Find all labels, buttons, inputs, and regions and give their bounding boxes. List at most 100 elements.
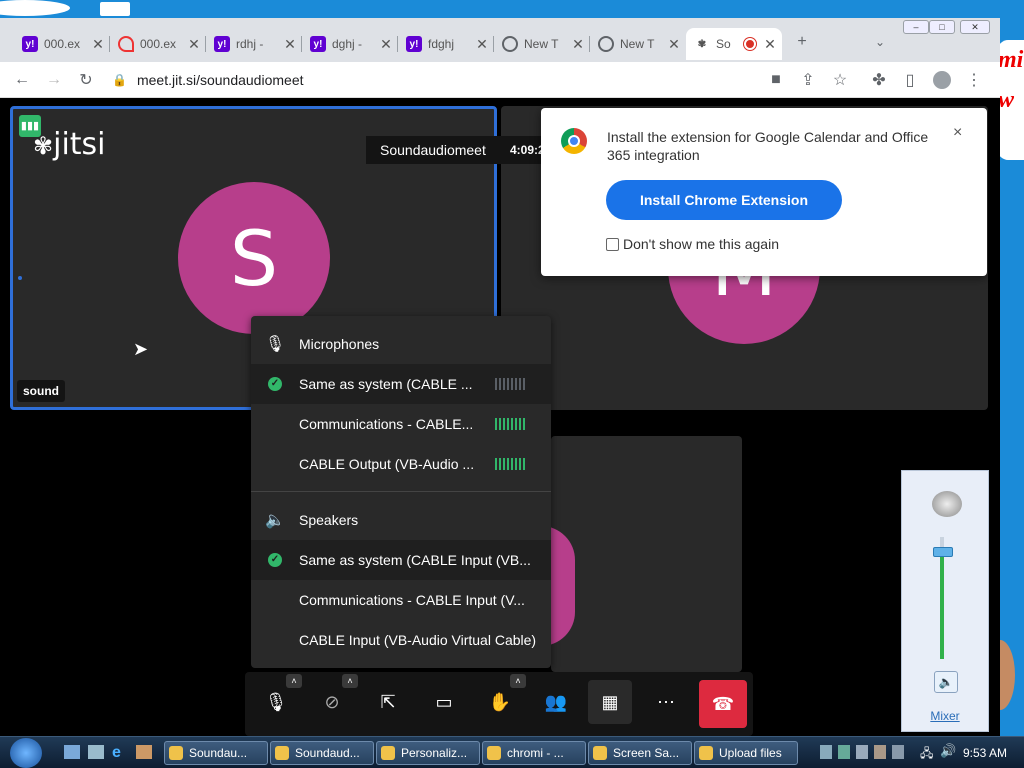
reload-icon[interactable]: ↻ <box>74 68 98 92</box>
show-desktop-icon[interactable] <box>64 745 80 759</box>
tray-app-icon[interactable] <box>838 745 850 759</box>
task-app-icon <box>381 746 395 760</box>
menu-section-header: 🎙 Microphones <box>251 324 551 364</box>
profile-avatar-icon[interactable] <box>930 68 954 92</box>
task-label: Personaliz... <box>401 746 468 760</box>
tab-search-icon[interactable]: ⌄ <box>868 30 892 54</box>
tile-view-button[interactable]: ▦ <box>588 680 632 724</box>
microphone-icon: 🎙 <box>264 336 286 353</box>
audio-device-item[interactable]: ✓ Same as system (CABLE ... <box>251 364 551 404</box>
taskbar-button[interactable]: Personaliz... <box>376 741 480 765</box>
avatar: S <box>178 182 330 334</box>
network-icon[interactable]: 🖧 <box>920 744 933 765</box>
install-extension-button[interactable]: Install Chrome Extension <box>606 180 842 220</box>
minimize-button[interactable]: – <box>903 20 929 34</box>
dont-show-again-row[interactable]: Don't show me this again <box>606 236 779 252</box>
tray-app-icon[interactable] <box>820 745 832 759</box>
quicklaunch-app-icon[interactable] <box>136 745 152 759</box>
forward-icon[interactable]: → <box>42 68 66 92</box>
more-actions-button[interactable]: ⋯ <box>644 680 688 724</box>
bookmark-star-icon[interactable]: ☆ <box>828 68 852 92</box>
jitsi-icon: ✾ <box>697 38 707 50</box>
tab-1[interactable]: y! 000.ex ✕ <box>14 28 110 60</box>
globe-icon <box>598 36 614 52</box>
meeting-subject: Soundaudiomeet <box>366 136 500 164</box>
back-icon[interactable]: ← <box>10 68 34 92</box>
mute-toggle-button[interactable]: 🔈 <box>934 671 958 693</box>
close-tab-icon[interactable]: ✕ <box>474 36 490 53</box>
tab-7[interactable]: New T ✕ <box>590 28 686 60</box>
extension-popup: Install the extension for Google Calenda… <box>541 108 987 276</box>
toolbox: 🎙 ˄ ⊘ ˄ ⇱ ▭ ✋ ˄ 👥 ▦ ⋯ ☎ <box>245 672 753 736</box>
close-tab-icon[interactable]: ✕ <box>90 36 106 53</box>
maximize-button[interactable]: □ <box>929 20 955 34</box>
close-tab-icon[interactable]: ✕ <box>378 36 394 53</box>
clock[interactable]: 9:53 AM <box>963 746 1007 760</box>
popup-close-button[interactable]: × <box>953 124 962 142</box>
close-window-button[interactable]: ✕ <box>960 20 990 34</box>
taskbar-button[interactable]: Screen Sa... <box>588 741 692 765</box>
audio-device-item[interactable]: ✓ Same as system (CABLE Input (VB... <box>251 540 551 580</box>
volume-tray-icon[interactable]: 🔊 <box>940 743 956 759</box>
address-bar[interactable]: 🔒 meet.jit.si/soundaudiomeet <box>112 66 762 94</box>
menu-section-header: 🔈 Speakers <box>251 500 551 540</box>
close-tab-icon[interactable]: ✕ <box>570 36 586 53</box>
switch-windows-icon[interactable] <box>88 745 104 759</box>
task-app-icon <box>169 746 183 760</box>
tab-5[interactable]: y! fdghj ✕ <box>398 28 494 60</box>
tab-2[interactable]: 000.ex ✕ <box>110 28 206 60</box>
tab-4[interactable]: y! dghj - ✕ <box>302 28 398 60</box>
menu-kebab-icon[interactable]: ⋮ <box>962 68 986 92</box>
extensions-puzzle-icon[interactable]: ✤ <box>867 68 891 92</box>
tray-app-icon[interactable] <box>856 745 868 759</box>
audio-settings-caret[interactable]: ˄ <box>286 674 302 688</box>
dont-show-again-checkbox[interactable] <box>606 237 619 251</box>
tile-resize-dot <box>18 276 22 280</box>
close-tab-icon[interactable]: ✕ <box>186 36 202 53</box>
task-app-icon <box>699 746 713 760</box>
audio-device-item[interactable]: Communications - CABLE... <box>251 404 551 444</box>
device-label: Same as system (CABLE ... <box>299 376 473 392</box>
reactions-caret[interactable]: ˄ <box>510 674 526 688</box>
close-tab-icon[interactable]: ✕ <box>762 36 778 53</box>
globe-icon <box>502 36 518 52</box>
tab-8[interactable]: ✾ So ✕ <box>686 28 782 60</box>
tab-3[interactable]: y! rdhj - ✕ <box>206 28 302 60</box>
mixer-link[interactable]: Mixer <box>902 709 988 723</box>
taskbar-button[interactable]: Soundaud... <box>270 741 374 765</box>
screenshare-button[interactable]: ⇱ <box>366 680 410 724</box>
taskbar-button[interactable]: Upload files <box>694 741 798 765</box>
volume-fill <box>940 551 944 659</box>
audio-device-item[interactable]: CABLE Output (VB-Audio ... <box>251 444 551 484</box>
close-tab-icon[interactable]: ✕ <box>666 36 682 53</box>
start-button[interactable] <box>10 738 42 768</box>
internet-explorer-icon[interactable]: e <box>112 744 121 762</box>
audio-device-item[interactable]: Communications - CABLE Input (V... <box>251 580 551 620</box>
chrome-logo-icon <box>561 128 587 154</box>
new-tab-button[interactable]: + <box>790 30 814 54</box>
close-tab-icon[interactable]: ✕ <box>282 36 298 53</box>
participants-button[interactable]: 👥 <box>534 680 578 724</box>
share-icon[interactable]: ⇪ <box>796 68 820 92</box>
tray-app-icon[interactable] <box>874 745 886 759</box>
audio-device-item[interactable]: CABLE Input (VB-Audio Virtual Cable) <box>251 620 551 660</box>
tab-title: dghj - <box>332 37 363 51</box>
side-panel-icon[interactable]: ▯ <box>898 68 922 92</box>
tab-6[interactable]: New T ✕ <box>494 28 590 60</box>
tray-app-icon[interactable] <box>892 745 904 759</box>
audio-settings-menu: 🎙 Microphones ✓ Same as system (CABLE ... Co… <box>251 316 551 668</box>
taskbar-button[interactable]: chromi - ... <box>482 741 586 765</box>
popup-message: Install the extension for Google Calenda… <box>607 129 929 163</box>
tab-title: New T <box>620 37 655 51</box>
tray-icons <box>820 745 904 759</box>
participant-tile-third[interactable] <box>541 436 742 672</box>
jitsi-logo: ✾jitsi <box>33 127 106 162</box>
hangup-button[interactable]: ☎ <box>699 680 747 728</box>
volume-slider-thumb[interactable] <box>933 546 953 557</box>
section-label: Microphones <box>299 336 380 352</box>
taskbar-button[interactable]: Soundau... <box>164 741 268 765</box>
camera-icon[interactable]: ■ <box>764 68 788 92</box>
chat-button[interactable]: ▭ <box>422 680 466 724</box>
device-label: Communications - CABLE... <box>299 416 474 432</box>
video-settings-caret[interactable]: ˄ <box>342 674 358 688</box>
